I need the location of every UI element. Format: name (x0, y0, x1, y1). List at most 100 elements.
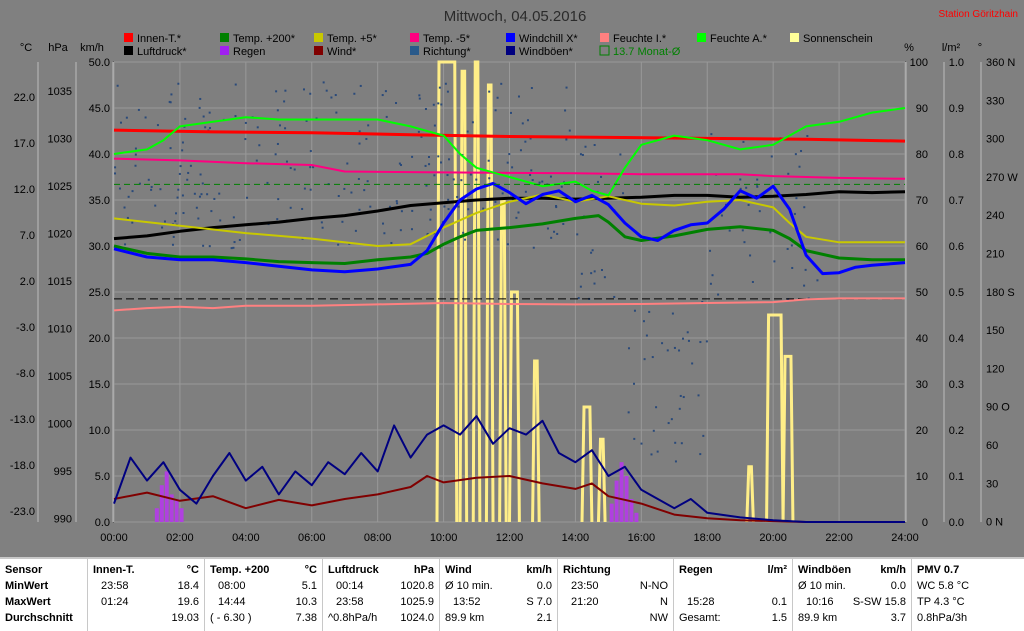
time-tick: 22:00 (825, 532, 853, 544)
direction-dot (633, 309, 636, 312)
direction-dot (627, 347, 630, 350)
richtung-r2-time: 21:20 (571, 596, 599, 608)
direction-dot (709, 282, 712, 285)
direction-dot (258, 144, 261, 147)
direction-dot (385, 115, 388, 118)
rain-tick: 0.2 (949, 425, 964, 437)
direction-dot (367, 124, 370, 127)
direction-dot (284, 127, 287, 130)
direction-dot (702, 434, 705, 437)
direction-dot (363, 189, 366, 192)
direction-dot (189, 164, 192, 167)
direction-dot (678, 407, 681, 410)
stats-labels: Sensor MinWert MaxWert Durchschnitt (0, 559, 88, 631)
temp200-min-time: 08:00 (218, 580, 246, 592)
direction-dot (181, 194, 184, 197)
direction-dot (710, 133, 713, 136)
stats-boeen: Windböen km/h Ø 10 min. 0.0 10:16 S-SW 15.8… (793, 559, 912, 631)
direction-dot (651, 356, 654, 359)
richtung-r3: NW (649, 612, 668, 624)
direction-dot (417, 130, 420, 133)
direction-dot (593, 270, 596, 273)
direction-dot (395, 200, 398, 203)
richtung-r1: N-NO (639, 580, 668, 592)
regen-r3-label: Gesamt: (679, 612, 721, 624)
legend-label: Richtung* (423, 46, 471, 58)
direction-dot (509, 111, 512, 114)
legend-label: 13.7 Monat-Ø (613, 46, 681, 58)
direction-dot (471, 121, 474, 124)
direction-dot (511, 166, 514, 169)
rain-bar (609, 503, 614, 522)
stats-header: Sensor (5, 564, 43, 576)
direction-dot (161, 226, 164, 229)
direction-dot (285, 160, 288, 163)
legend-label: Temp. -5* (423, 33, 471, 45)
direction-dot (210, 210, 213, 213)
direction-dot (501, 192, 504, 195)
direction-dot (322, 81, 325, 84)
direction-dot (193, 192, 196, 195)
direction-dot (517, 95, 520, 98)
direction-dot (555, 205, 558, 208)
chart-title: Mittwoch, 04.05.2016 (444, 8, 587, 25)
direction-dot (553, 230, 556, 233)
direction-dot (163, 220, 166, 223)
direction-dot (411, 209, 414, 212)
legend-label: Windböen* (519, 46, 574, 58)
legend-swatch (124, 46, 133, 55)
direction-dot (427, 156, 430, 159)
direction-dot (488, 90, 491, 93)
direction-dot (399, 229, 402, 232)
direction-dot (790, 244, 793, 247)
direction-dot (198, 106, 201, 109)
direction-dot (496, 238, 499, 241)
direction-dot (440, 103, 443, 106)
direction-dot (233, 241, 236, 244)
direction-dot (447, 208, 450, 211)
humidity-tick: 90 (916, 103, 928, 115)
humidity-tick: 40 (916, 333, 928, 345)
direction-dot (679, 394, 682, 397)
direction-dot (384, 90, 387, 93)
pressure-tick: 1010 (48, 324, 72, 336)
direction-dot (325, 89, 328, 92)
direction-dot (794, 153, 797, 156)
temp-tick: -13.0 (10, 414, 35, 426)
direction-tick: 240 (986, 210, 1004, 222)
direction-dot (720, 214, 723, 217)
direction-dot (335, 111, 338, 114)
direction-dot (303, 187, 306, 190)
axis-unit: km/h (80, 42, 104, 54)
boeen-r1-label: Ø 10 min. (798, 580, 846, 592)
axis-unit: °C (20, 42, 32, 54)
stats-richtung: Richtung 23:50 N-NO 21:20 N NW (558, 559, 674, 631)
direction-dot (686, 331, 689, 334)
direction-dot (118, 187, 121, 190)
wind-r2-label: 13:52 (453, 596, 481, 608)
direction-dot (538, 181, 541, 184)
direction-dot (171, 243, 174, 246)
direction-dot (382, 222, 385, 225)
direction-dot (500, 82, 503, 85)
temp200-max-time: 14:44 (218, 596, 246, 608)
time-tick: 16:00 (628, 532, 656, 544)
stats-wind: Wind km/h Ø 10 min. 0.0 13:52 S 7.0 89.9 km… (440, 559, 558, 631)
direction-dot (276, 109, 279, 112)
direction-dot (127, 195, 130, 198)
direction-dot (438, 86, 441, 89)
direction-dot (181, 141, 184, 144)
direction-dot (580, 272, 583, 275)
legend-label: Sonnenschein (803, 33, 873, 45)
legend-swatch (790, 33, 799, 42)
humidity-tick: 80 (916, 149, 928, 161)
direction-dot (418, 97, 421, 100)
direction-dot (457, 205, 460, 208)
direction-dot (699, 341, 702, 344)
direction-dot (804, 268, 807, 271)
direction-dot (494, 109, 497, 112)
direction-dot (350, 191, 353, 194)
direction-dot (346, 162, 349, 165)
direction-dot (531, 179, 534, 182)
direction-dot (358, 208, 361, 211)
